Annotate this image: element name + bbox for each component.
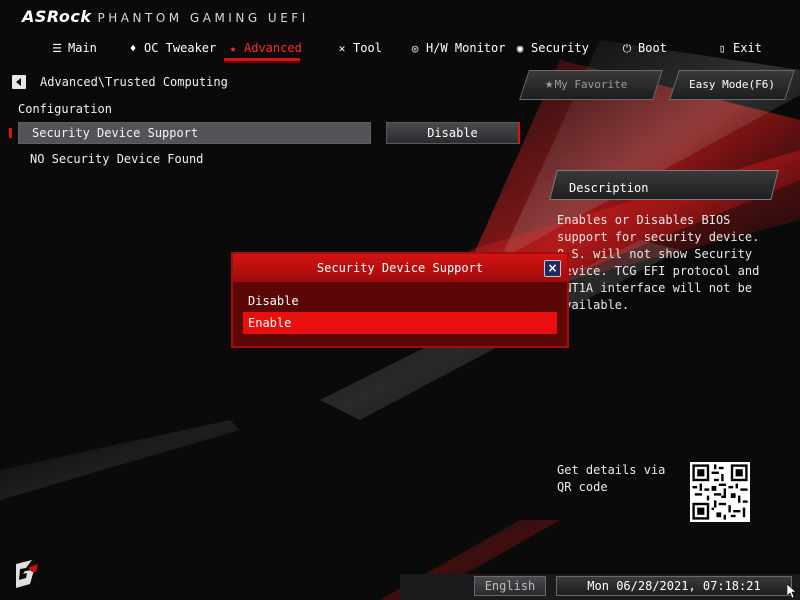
section-title: Configuration xyxy=(18,102,112,116)
description-text: Enables or Disables BIOS support for sec… xyxy=(557,213,760,312)
tab-exit-label: Exit xyxy=(733,41,762,55)
monitor-icon: ◎ xyxy=(411,42,419,55)
tab-main-label: Main xyxy=(68,41,97,55)
brand-subtitle: PHANTOM GAMING UEFI xyxy=(97,11,309,25)
flame-icon: ♦ xyxy=(129,42,137,55)
description-title: Description xyxy=(569,181,649,195)
tab-security-label: Security xyxy=(531,41,589,55)
dialog-title: Security Device Support xyxy=(316,261,484,275)
power-icon: ⏻ xyxy=(622,42,632,55)
my-favorite-button[interactable]: My Favorite xyxy=(519,70,663,100)
setting-value-button[interactable]: Disable xyxy=(386,122,520,144)
setting-label: Security Device Support xyxy=(32,126,199,140)
tab-hw-monitor-label: H/W Monitor xyxy=(426,41,506,55)
list-icon: ☰ xyxy=(52,42,62,55)
qr-label: Get details via QR code xyxy=(557,463,666,494)
tab-tool-label: Tool xyxy=(353,41,382,55)
favorite-star-icon: ★ xyxy=(545,76,554,92)
tools-icon: ✕ xyxy=(338,42,346,55)
main-nav: ☰ Main ♦ OC Tweaker ★ Advanced ✕ Tool ◎ H/W M… xyxy=(0,38,800,60)
shield-icon: ◉ xyxy=(516,42,524,55)
option-disable[interactable]: Disable xyxy=(243,290,557,312)
phantom-gaming-logo xyxy=(16,560,38,588)
tab-main[interactable]: ☰ Main xyxy=(50,38,97,60)
tab-security[interactable]: ◉ Security xyxy=(513,38,589,60)
active-tab-underline xyxy=(224,58,300,63)
back-button[interactable] xyxy=(12,75,26,89)
tab-oc-tweaker-label: OC Tweaker xyxy=(144,41,217,55)
tab-oc-tweaker[interactable]: ♦ OC Tweaker xyxy=(126,38,217,60)
tab-boot-label: Boot xyxy=(638,41,667,55)
qr-code xyxy=(690,462,750,522)
option-dialog: Security Device Support × Disable Enable xyxy=(231,252,569,348)
star-icon: ★ xyxy=(229,42,237,55)
language-button[interactable]: English xyxy=(474,576,546,596)
tab-advanced-label: Advanced xyxy=(244,41,302,55)
tab-boot[interactable]: ⏻ Boot xyxy=(620,38,667,60)
device-status-text: NO Security Device Found xyxy=(30,152,204,166)
dialog-header: Security Device Support × xyxy=(233,254,567,282)
tab-exit[interactable]: ▯ Exit xyxy=(715,38,762,60)
tab-advanced[interactable]: ★ Advanced xyxy=(226,38,302,60)
date-time-display: Mon 06/28/2021, 07:18:21 xyxy=(556,576,792,596)
tab-tool[interactable]: ✕ Tool xyxy=(335,38,382,60)
option-enable[interactable]: Enable xyxy=(243,312,557,334)
selection-marker xyxy=(9,128,12,138)
brand-name: ASRock xyxy=(22,7,92,26)
exit-icon: ▯ xyxy=(718,42,726,55)
easy-mode-label: Easy Mode(F6) xyxy=(688,78,776,91)
breadcrumb: Advanced\Trusted Computing xyxy=(40,75,228,89)
tab-hw-monitor[interactable]: ◎ H/W Monitor xyxy=(408,38,506,60)
easy-mode-button[interactable]: Easy Mode(F6) xyxy=(669,70,795,100)
header: ASRock PHANTOM GAMING UEFI ☰ Main ♦ OC Twea… xyxy=(0,0,800,66)
brand-logo: ASRock PHANTOM GAMING UEFI xyxy=(22,7,309,27)
close-icon[interactable]: × xyxy=(544,260,561,277)
mouse-cursor-icon xyxy=(787,584,797,598)
